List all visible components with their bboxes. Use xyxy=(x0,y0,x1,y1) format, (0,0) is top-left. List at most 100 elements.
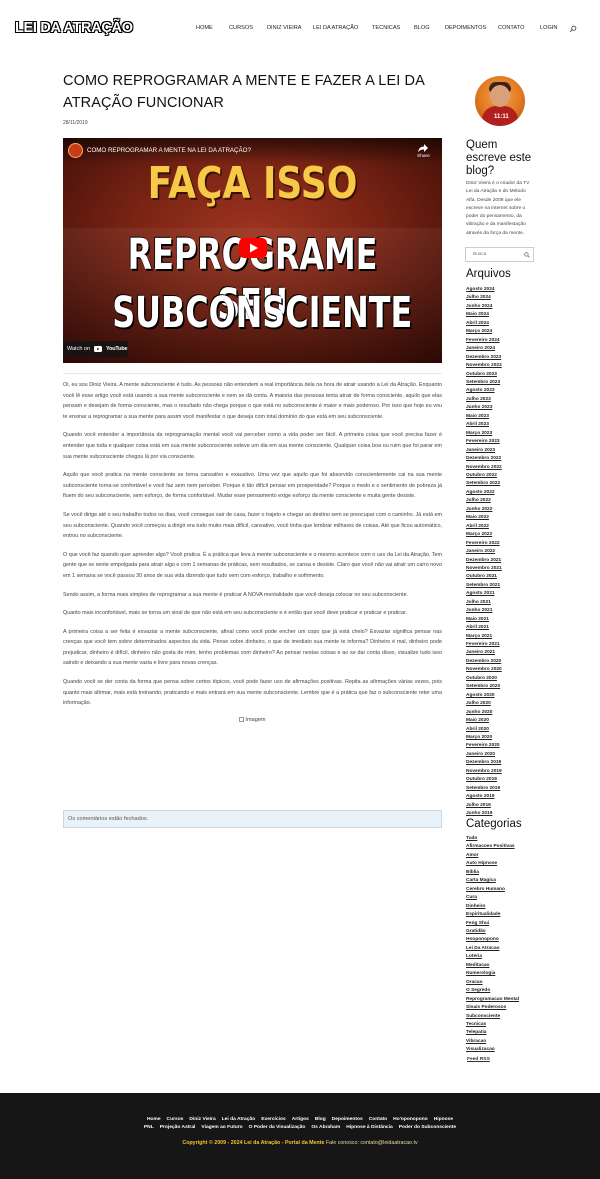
video-title[interactable]: COMO REPROGRAMAR A MENTE NA LEI DA ATRAÇ… xyxy=(87,147,251,154)
archive-link[interactable]: Fevereiro 2024 xyxy=(466,337,502,345)
nav-item-diniz-vieira[interactable]: Diniz Vieira xyxy=(267,25,302,31)
category-link[interactable]: Vibracao xyxy=(466,1038,519,1046)
archive-link[interactable]: Novembro 2022 xyxy=(466,464,502,472)
search-icon[interactable] xyxy=(569,25,577,33)
category-link[interactable]: Espiritualidade xyxy=(466,911,519,919)
archive-link[interactable]: Março 2021 xyxy=(466,633,502,641)
category-link[interactable]: Bíblia xyxy=(466,869,519,877)
footer-link[interactable]: Poder do Subconsciente xyxy=(399,1125,456,1130)
archive-link[interactable]: Junho 2024 xyxy=(466,303,502,311)
archive-link[interactable]: Dezembro 2019 xyxy=(466,759,502,767)
archive-link[interactable]: Setembro 2022 xyxy=(466,480,502,488)
category-link[interactable]: Hooponopono xyxy=(466,936,519,944)
category-link[interactable]: Amor xyxy=(466,852,519,860)
archive-link[interactable]: Junho 2022 xyxy=(466,506,502,514)
archive-link[interactable]: Abril 2024 xyxy=(466,320,502,328)
archive-link[interactable]: Outubro 2020 xyxy=(466,675,502,683)
archive-link[interactable]: Fevereiro 2021 xyxy=(466,641,502,649)
footer-link[interactable]: Exercícios xyxy=(261,1117,285,1122)
archive-link[interactable]: Maio 2020 xyxy=(466,717,502,725)
archive-link[interactable]: Julho 2024 xyxy=(466,294,502,302)
archive-link[interactable]: Julho 2022 xyxy=(466,497,502,505)
nav-item-cursos[interactable]: Cursos xyxy=(229,25,253,31)
archive-link[interactable]: Setembro 2021 xyxy=(466,582,502,590)
archive-link[interactable]: Junho 2020 xyxy=(466,709,502,717)
archive-link[interactable]: Outubro 2023 xyxy=(466,371,502,379)
share-icon[interactable] xyxy=(417,143,429,153)
archive-link[interactable]: Maio 2024 xyxy=(466,311,502,319)
archive-link[interactable]: Dezembro 2021 xyxy=(466,557,502,565)
category-link[interactable]: Carta Magica xyxy=(466,877,519,885)
category-link[interactable]: Afirmacoes Positivas xyxy=(466,843,519,851)
footer-link[interactable]: Depoimentos xyxy=(332,1117,363,1122)
footer-link[interactable]: Home xyxy=(147,1117,161,1122)
search-input[interactable] xyxy=(473,252,523,257)
category-link[interactable]: Telepatia xyxy=(466,1029,519,1037)
footer-link[interactable]: Ho'oponopono xyxy=(393,1117,428,1122)
archive-link[interactable]: Março 2020 xyxy=(466,734,502,742)
archive-link[interactable]: Agosto 2021 xyxy=(466,590,502,598)
nav-item-tecnicas[interactable]: Tecnicas xyxy=(372,25,400,31)
archive-link[interactable]: Março 2024 xyxy=(466,328,502,336)
category-link[interactable]: Tecnicas xyxy=(466,1021,519,1029)
archive-link[interactable]: Agosto 2020 xyxy=(466,692,502,700)
archive-link[interactable]: Novembro 2021 xyxy=(466,565,502,573)
archive-link[interactable]: Setembro 2020 xyxy=(466,683,502,691)
archive-link[interactable]: Janeiro 2022 xyxy=(466,548,502,556)
category-link[interactable]: Visualizacao xyxy=(466,1046,519,1054)
footer-link[interactable]: Projeção Astral xyxy=(160,1125,196,1130)
share-label[interactable]: Share xyxy=(417,154,430,159)
search-icon[interactable] xyxy=(524,252,530,258)
archive-link[interactable]: Abril 2022 xyxy=(466,523,502,531)
archive-link[interactable]: Fevereiro 2022 xyxy=(466,540,502,548)
archive-link[interactable]: Julho 2021 xyxy=(466,599,502,607)
archive-link[interactable]: Fevereiro 2023 xyxy=(466,438,502,446)
archive-link[interactable]: Março 2022 xyxy=(466,531,502,539)
footer-link[interactable]: Blog xyxy=(315,1117,326,1122)
archive-link[interactable]: Maio 2022 xyxy=(466,514,502,522)
category-link[interactable]: Cura xyxy=(466,894,519,902)
archive-link[interactable]: Julho 2020 xyxy=(466,700,502,708)
archive-link[interactable]: Abril 2023 xyxy=(466,421,502,429)
archive-link[interactable]: Janeiro 2021 xyxy=(466,649,502,657)
archive-link[interactable]: Abril 2021 xyxy=(466,624,502,632)
nav-item-blog[interactable]: Blog xyxy=(414,25,430,31)
nav-item-lei-da-atra-o[interactable]: Lei da Atração xyxy=(313,25,358,31)
archive-link[interactable]: Novembro 2020 xyxy=(466,666,502,674)
archive-link[interactable]: Outubro 2022 xyxy=(466,472,502,480)
archive-link[interactable]: Novembro 2023 xyxy=(466,362,502,370)
archive-link[interactable]: Abril 2020 xyxy=(466,726,502,734)
site-logo[interactable]: LEI DA ATRAÇÃO xyxy=(15,20,134,37)
nav-item-login[interactable]: Login xyxy=(540,25,557,31)
archive-link[interactable]: Junho 2023 xyxy=(466,404,502,412)
category-link[interactable]: Loteria xyxy=(466,953,519,961)
archive-link[interactable]: Agosto 2023 xyxy=(466,387,502,395)
archive-link[interactable]: Setembro 2023 xyxy=(466,379,502,387)
video-embed[interactable]: COMO REPROGRAMAR A MENTE NA LEI DA ATRAÇ… xyxy=(63,138,442,363)
archive-link[interactable]: Novembro 2019 xyxy=(466,768,502,776)
footer-link[interactable]: Diniz Vieira xyxy=(189,1117,215,1122)
category-link[interactable]: Dinheiro xyxy=(466,903,519,911)
category-link[interactable]: Tudo xyxy=(466,835,519,843)
archive-link[interactable]: Fevereiro 2020 xyxy=(466,742,502,750)
footer-link[interactable]: Artigos xyxy=(292,1117,309,1122)
category-link[interactable]: Subconsciente xyxy=(466,1013,519,1021)
category-link[interactable]: Oracao xyxy=(466,979,519,987)
category-link[interactable]: Feng Shui xyxy=(466,920,519,928)
footer-link[interactable]: PNL xyxy=(144,1125,154,1130)
feed-rss-link[interactable]: Feed RSS xyxy=(467,1057,490,1062)
archive-link[interactable]: Dezembro 2022 xyxy=(466,455,502,463)
category-link[interactable]: Numerologia xyxy=(466,970,519,978)
category-link[interactable]: Cerebro Humano xyxy=(466,886,519,894)
footer-link[interactable]: Contato xyxy=(369,1117,387,1122)
footer-link[interactable]: Viagem ao Futuro xyxy=(201,1125,242,1130)
contact-text[interactable]: Fale conosco: contato@leidaatracao.tv xyxy=(326,1140,418,1146)
category-link[interactable]: O Segredo xyxy=(466,987,519,995)
archive-link[interactable]: Janeiro 2020 xyxy=(466,751,502,759)
footer-link[interactable]: Hipnose xyxy=(434,1117,453,1122)
archive-link[interactable]: Dezembro 2020 xyxy=(466,658,502,666)
nav-item-home[interactable]: Home xyxy=(196,25,213,31)
footer-link[interactable]: Lei da Atração xyxy=(222,1117,256,1122)
category-link[interactable]: Auto Hipnose xyxy=(466,860,519,868)
archive-link[interactable]: Agosto 2019 xyxy=(466,793,502,801)
